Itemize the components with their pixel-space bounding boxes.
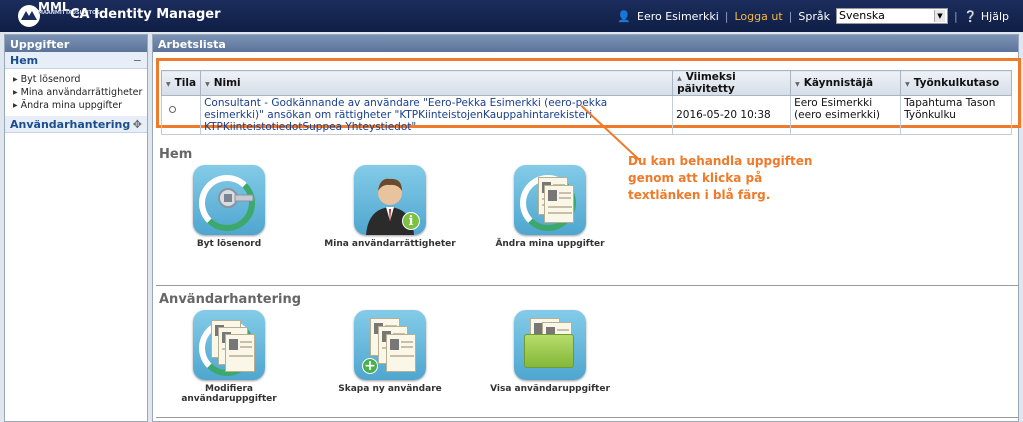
tile-label: Visa användaruppgifter — [490, 384, 610, 394]
tile-label: Byt lösenord — [196, 239, 262, 249]
help-link[interactable]: ❔ Hjälp — [964, 10, 1009, 23]
chevron-down-icon: ▼ — [933, 10, 945, 22]
table-row: Consultant - Godkännande av användare "E… — [160, 95, 1012, 135]
tile-view-user[interactable]: Visa användaruppgifter — [480, 310, 620, 394]
sidebar: Uppgifter Hem − ▶ Byt lösenord ▶ Mina anvä… — [4, 34, 148, 422]
column-header-initiator[interactable]: ▼ Käynnistäjä — [790, 70, 902, 96]
language-select[interactable]: Svenska ▼ — [835, 8, 948, 24]
key-lock-icon — [193, 165, 265, 235]
sidebar-title: Uppgifter — [5, 35, 147, 52]
main-panel: Arbetslista ▼ Tila ▼ Nimi ▲ Viimeksi päivit… — [152, 34, 1021, 422]
sidebar-section-user-management[interactable]: Användarhantering ✥ — [5, 116, 147, 133]
table-header-row: ▼ Tila ▼ Nimi ▲ Viimeksi päivitetty ▼ Käynni… — [160, 70, 1012, 96]
triangle-right-icon: ▶ — [13, 102, 18, 109]
create-user-icon: + — [354, 310, 426, 380]
column-header-status[interactable]: ▼ Tila — [160, 70, 202, 96]
sidebar-item-my-rights[interactable]: ▶ Mina användarrättigheter — [13, 86, 147, 99]
sidebar-item-label: Ändra mina uppgifter — [20, 100, 123, 111]
sidebar-section-label: Hem — [10, 53, 39, 67]
column-header-workflow[interactable]: ▼ Työnkulkutaso — [900, 70, 1012, 96]
task-link[interactable]: Consultant - Godkännande av användare "E… — [200, 95, 674, 135]
column-header-name[interactable]: ▼ Nimi — [200, 70, 674, 96]
status-cell — [160, 95, 202, 135]
user-info-icon: i — [354, 165, 426, 235]
section-title-user-management: Användarhantering — [159, 292, 302, 307]
user-icon: 👤 — [617, 9, 631, 23]
section-divider — [156, 417, 1019, 418]
workflow-cell: Tapahtuma Tason Työnkulku — [900, 95, 1012, 135]
column-header-updated[interactable]: ▲ Viimeksi päivitetty — [672, 70, 792, 96]
sidebar-items: ▶ Byt lösenord ▶ Mina användarrättigheter … — [5, 69, 147, 116]
help-icon: ❔ — [963, 9, 978, 23]
updated-cell: 2016-05-20 10:38 — [672, 95, 792, 135]
help-label: Hjälp — [980, 9, 1009, 23]
sidebar-section-home[interactable]: Hem − — [5, 52, 147, 69]
tile-modify-user[interactable]: Modifiera användaruppgifter — [159, 310, 299, 404]
tile-label: Mina användarrättigheter — [324, 239, 456, 249]
language-value: Svenska — [838, 9, 885, 22]
sidebar-item-label: Mina användarrättigheter — [20, 87, 143, 98]
separator: | — [953, 9, 958, 23]
tile-my-rights[interactable]: i Mina användarrättigheter — [320, 165, 460, 249]
language-label: Språk — [798, 9, 830, 23]
callout-text: Du kan behandla uppgiften genom att klic… — [628, 154, 813, 202]
header-bar: MML MAANMITTAUSLAITOS CA Identity Manage… — [0, 0, 1023, 32]
sidebar-item-change-password[interactable]: ▶ Byt lösenord — [13, 73, 147, 86]
section-title-home: Hem — [159, 147, 193, 162]
plus-icon: + — [362, 358, 378, 374]
app-title: CA Identity Manager — [70, 7, 221, 22]
info-icon: i — [402, 212, 420, 230]
triangle-right-icon: ▶ — [13, 89, 18, 96]
folder-icon — [514, 310, 586, 380]
tile-label: Modifiera användaruppgifter — [181, 384, 277, 404]
tile-create-user[interactable]: + Skapa ny användare — [320, 310, 460, 394]
separator: | — [788, 9, 793, 23]
tile-label: Ändra mina uppgifter — [495, 239, 605, 249]
separator: | — [724, 9, 729, 23]
sidebar-item-edit-info[interactable]: ▶ Ändra mina uppgifter — [13, 99, 147, 112]
initiator-cell: Eero Esimerkki (eero esimerkki) — [790, 95, 902, 135]
worklist-title: Arbetslista — [153, 35, 1018, 52]
triangle-right-icon: ▶ — [13, 76, 18, 83]
worklist-table: ▼ Tila ▼ Nimi ▲ Viimeksi päivitetty ▼ Käynni… — [160, 70, 1012, 135]
expand-icon[interactable]: ✥ — [133, 118, 142, 131]
document-icon — [514, 165, 586, 235]
header-actions: 👤 Eero Esimerkki | Logga ut | Språk Sven… — [617, 8, 1009, 24]
section-divider — [156, 285, 1019, 286]
sidebar-item-label: Byt lösenord — [20, 74, 81, 85]
sidebar-section-label: Användarhantering — [10, 117, 131, 131]
tile-label: Skapa ny användare — [338, 384, 442, 394]
status-radio[interactable] — [169, 106, 176, 113]
user-name: Eero Esimerkki — [637, 9, 719, 23]
tile-change-password[interactable]: Byt lösenord — [159, 165, 299, 249]
logout-link[interactable]: Logga ut — [734, 10, 782, 23]
collapse-icon[interactable]: − — [133, 54, 142, 67]
modify-documents-icon — [193, 310, 265, 380]
tile-edit-info[interactable]: Ändra mina uppgifter — [480, 165, 620, 249]
